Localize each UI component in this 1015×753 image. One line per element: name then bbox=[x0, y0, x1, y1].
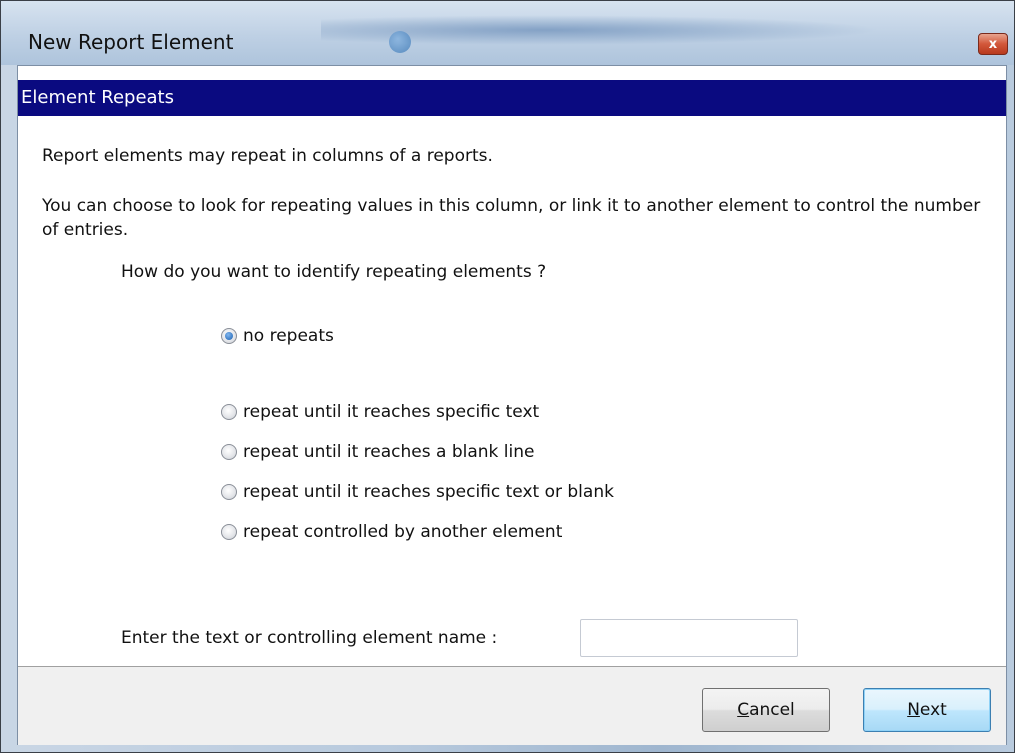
close-icon: x bbox=[988, 36, 998, 52]
window-title: New Report Element bbox=[28, 30, 234, 54]
next-mnemonic: N bbox=[907, 700, 920, 720]
question-text: How do you want to identify repeating el… bbox=[121, 262, 547, 282]
dialog-client-area: Element Repeats Report elements may repe… bbox=[17, 65, 1007, 745]
intro-text: Report elements may repeat in columns of… bbox=[42, 146, 493, 166]
radio-label: repeat until it reaches specific text bbox=[243, 402, 540, 422]
dialog-content: Report elements may repeat in columns of… bbox=[18, 116, 1006, 666]
cancel-mnemonic: C bbox=[737, 700, 750, 720]
radio-button[interactable] bbox=[221, 484, 237, 500]
button-bar: Cancel Next bbox=[18, 666, 1006, 745]
section-header: Element Repeats bbox=[18, 80, 1006, 116]
radio-button[interactable] bbox=[221, 404, 237, 420]
radio-label: no repeats bbox=[243, 326, 334, 346]
radio-option-text-or-blank[interactable]: repeat until it reaches specific text or… bbox=[221, 482, 614, 502]
title-bar: New Report Element x bbox=[1, 1, 1014, 65]
radio-label: repeat controlled by another element bbox=[243, 522, 563, 542]
radio-option-specific-text[interactable]: repeat until it reaches specific text bbox=[221, 402, 539, 422]
entry-label: Enter the text or controlling element na… bbox=[121, 628, 498, 648]
background-orb bbox=[389, 31, 411, 53]
radio-option-blank-line[interactable]: repeat until it reaches a blank line bbox=[221, 442, 534, 462]
controlling-element-input[interactable] bbox=[580, 619, 798, 657]
radio-button[interactable] bbox=[221, 524, 237, 540]
dialog-window: New Report Element x Element Repeats Rep… bbox=[0, 0, 1015, 753]
cancel-button[interactable]: Cancel bbox=[702, 688, 830, 732]
radio-option-controlled[interactable]: repeat controlled by another element bbox=[221, 522, 562, 542]
cancel-label: ancel bbox=[749, 700, 795, 720]
description-text: You can choose to look for repeating val… bbox=[42, 196, 981, 240]
radio-label: repeat until it reaches a blank line bbox=[243, 442, 535, 462]
radio-option-no-repeats[interactable]: no repeats bbox=[221, 326, 334, 346]
radio-label: repeat until it reaches specific text or… bbox=[243, 482, 614, 502]
radio-button[interactable] bbox=[221, 444, 237, 460]
next-label: ext bbox=[919, 700, 947, 720]
next-button[interactable]: Next bbox=[863, 688, 991, 732]
radio-button-checked[interactable] bbox=[221, 328, 237, 344]
close-button[interactable]: x bbox=[978, 33, 1008, 55]
